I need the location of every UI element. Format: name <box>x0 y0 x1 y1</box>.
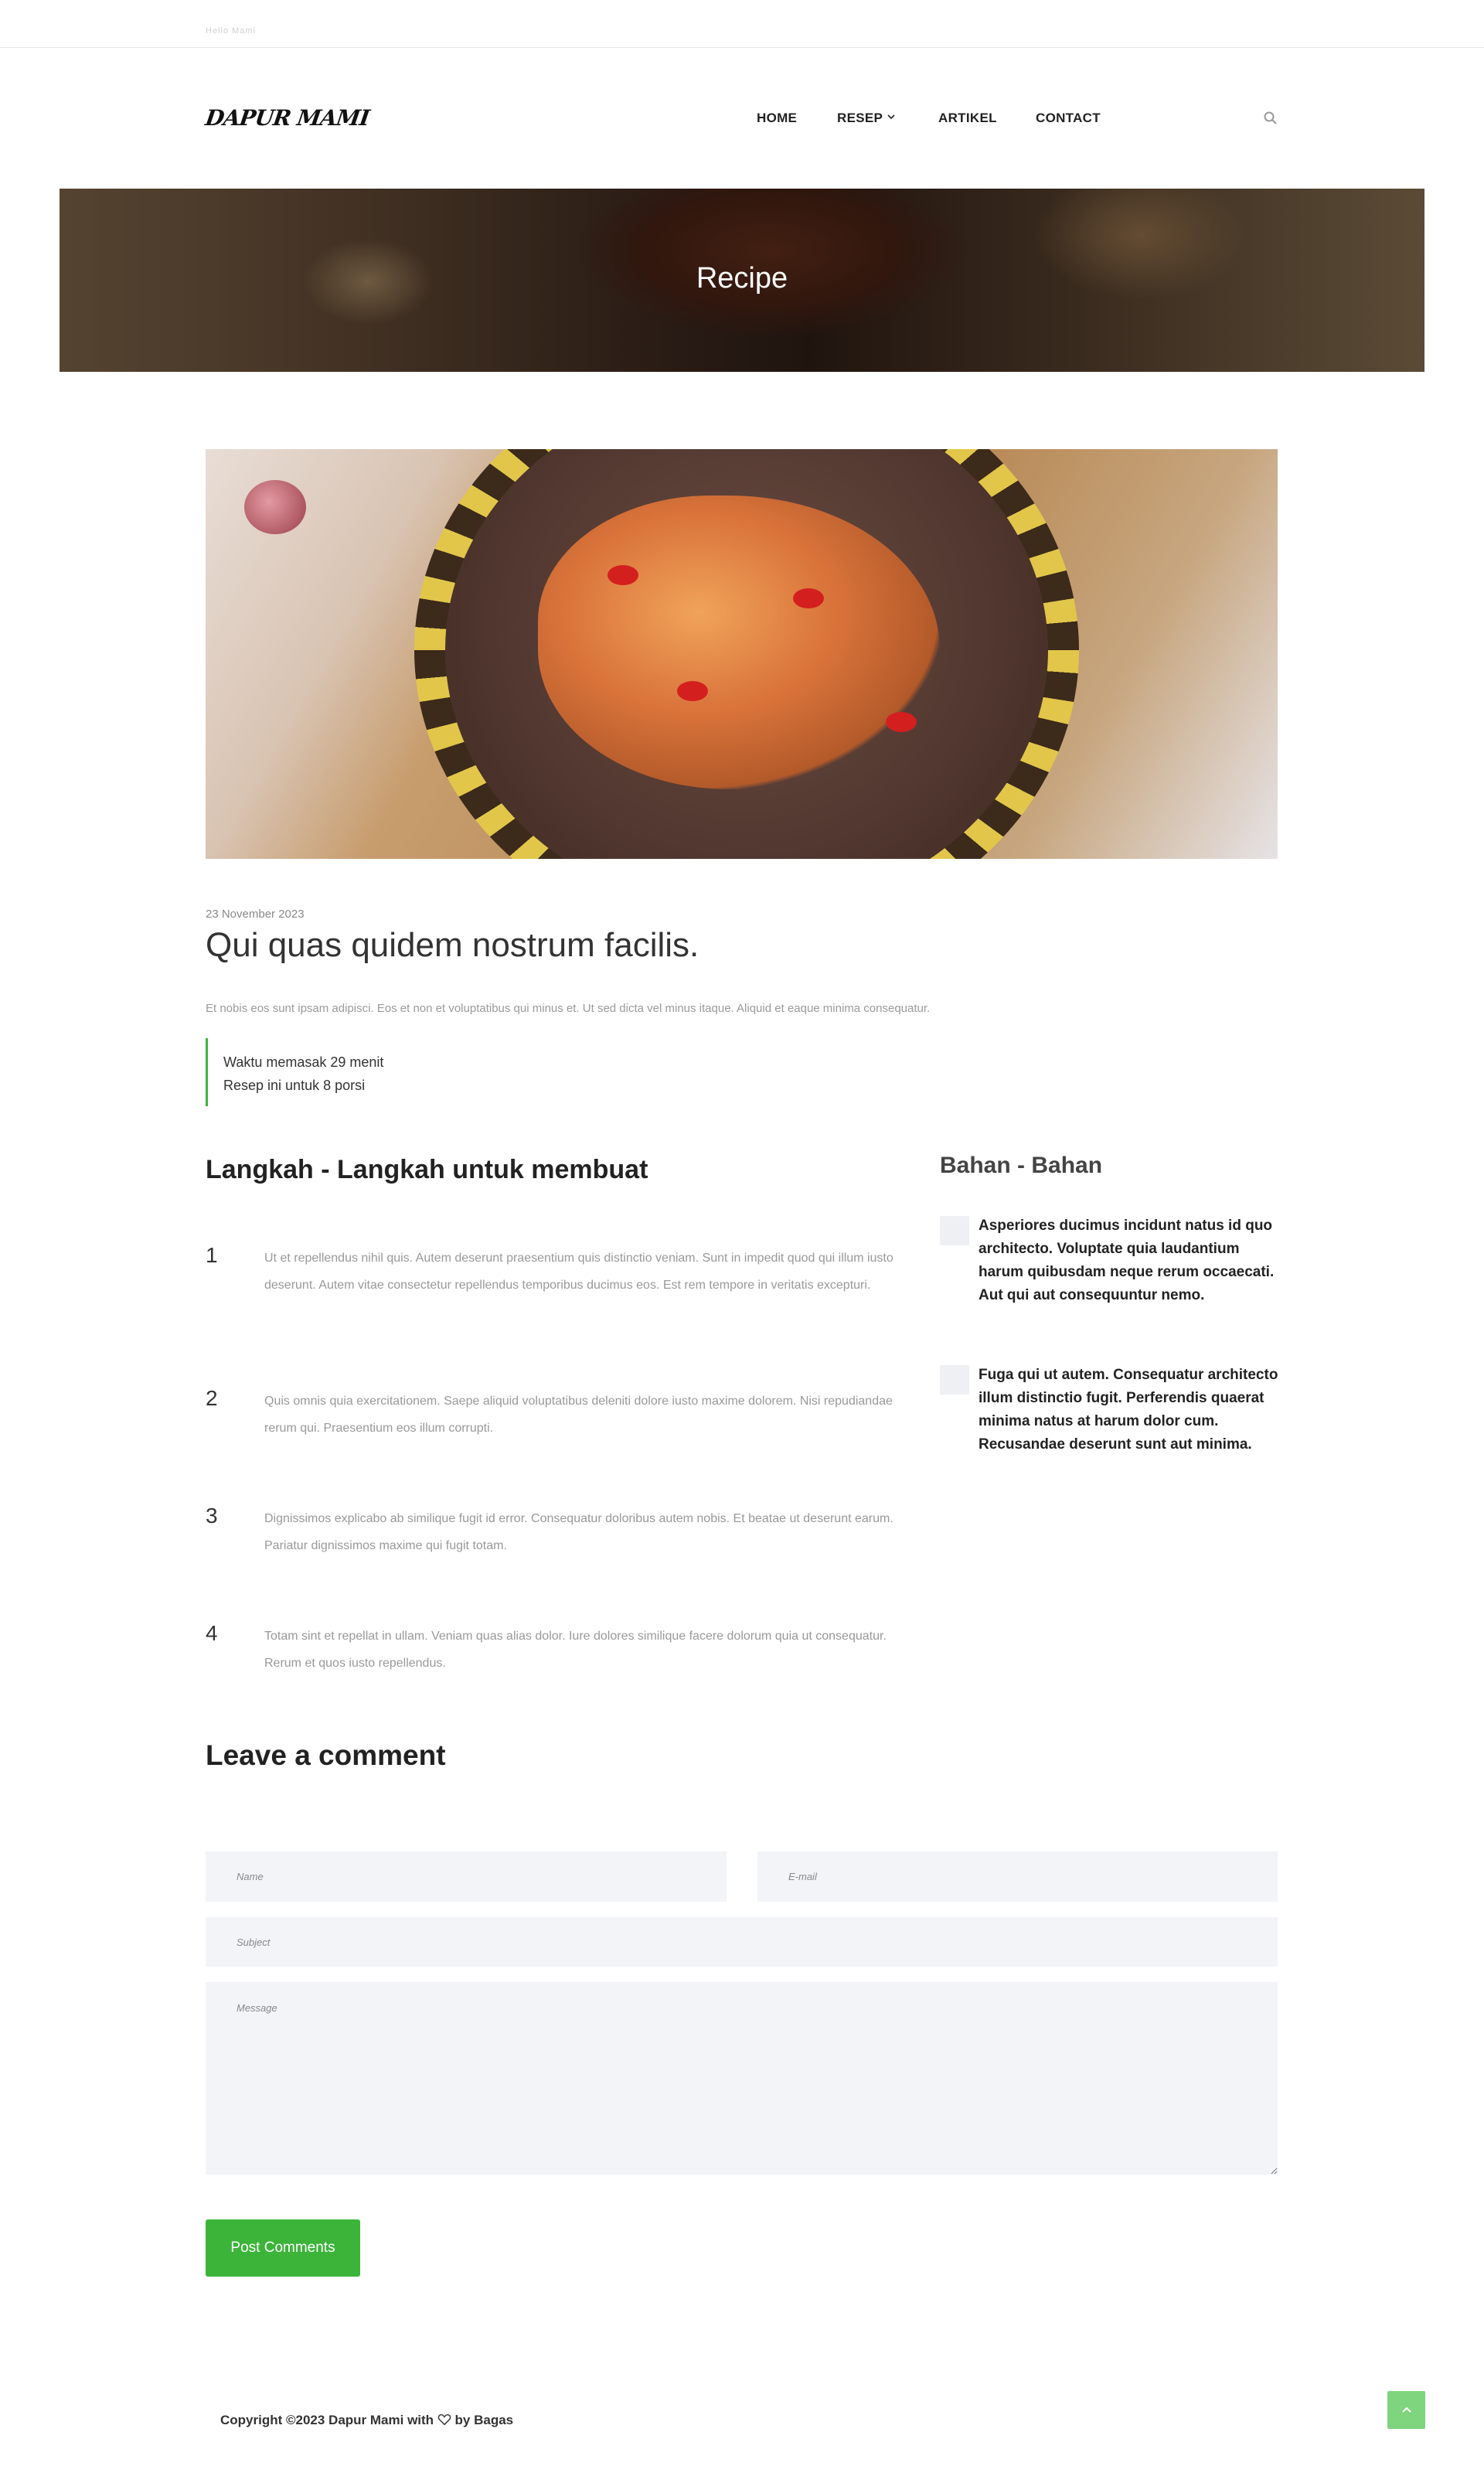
cook-time: Waktu memasak 29 menit <box>223 1054 384 1070</box>
ingredients-title: Bahan - Bahan <box>940 1153 1103 1178</box>
chili-slice <box>608 565 638 585</box>
nav-item-contact[interactable]: CONTACT <box>1036 111 1101 126</box>
step-text: Dignissimos explicabo ab similique fugit… <box>264 1512 893 1552</box>
post-date: 23 November 2023 <box>206 908 305 921</box>
name-field[interactable] <box>206 1851 727 1902</box>
footer-copyright: Copyright ©2023 Dapur Mami with by Bagas <box>220 2413 513 2428</box>
step-number: 1 <box>206 1243 218 1267</box>
message-field[interactable] <box>206 1982 1278 2175</box>
chevron-up-icon <box>1401 2407 1411 2413</box>
step-number: 3 <box>206 1504 218 1528</box>
recipe-image <box>206 449 1278 859</box>
post-title: Qui quas quidem nostrum facilis. <box>206 926 699 964</box>
search-icon[interactable] <box>1263 111 1278 126</box>
chili-slice <box>677 681 708 701</box>
heart-icon <box>437 2413 451 2426</box>
copyright-suffix: by Bagas <box>454 2413 514 2427</box>
ingredient-checkbox[interactable] <box>940 1365 969 1395</box>
copyright-prefix: Copyright ©2023 Dapur Mami with <box>220 2413 434 2427</box>
nav-item-artikel[interactable]: ARTIKEL <box>938 111 997 126</box>
ingredient-text: Fuga qui ut autem. Consequatur architect… <box>979 1367 1278 1453</box>
servings: Resep ini untuk 8 porsi <box>223 1078 366 1093</box>
step-text: Totam sint et repellat in ullam. Veniam … <box>264 1630 887 1670</box>
recipe-info-box: Waktu memasak 29 menit Resep ini untuk 8… <box>206 1038 383 1106</box>
shallot-decoration <box>244 480 306 534</box>
back-to-top-button[interactable] <box>1387 2391 1425 2429</box>
comment-title: Leave a comment <box>206 1739 446 1771</box>
steps-title: Langkah - Langkah untuk membuat <box>206 1155 648 1184</box>
top-bar-text: Hello Mami <box>206 26 257 36</box>
top-bar: Hello Mami <box>0 0 1484 48</box>
post-excerpt: Et nobis eos sunt ipsam adipisci. Eos et… <box>206 1002 931 1015</box>
chevron-down-icon <box>887 114 895 120</box>
ingredient-checkbox[interactable] <box>940 1216 969 1245</box>
nav-item-resep[interactable]: RESEP <box>837 111 895 126</box>
step-number: 2 <box>206 1386 218 1410</box>
main-nav: HOME RESEP ARTIKEL CONTACT <box>0 111 1484 128</box>
step-number: 4 <box>206 1621 218 1645</box>
nav-item-home[interactable]: HOME <box>757 111 797 126</box>
post-comments-button[interactable]: Post Comments <box>206 2219 360 2277</box>
email-field[interactable] <box>757 1851 1278 1902</box>
step-text: Ut et repellendus nihil quis. Autem dese… <box>264 1252 893 1292</box>
ingredient-text: Asperiores ducimus incidunt natus id quo… <box>979 1218 1275 1303</box>
step-text: Quis omnis quia exercitationem. Saepe al… <box>264 1395 893 1435</box>
nav-item-label: RESEP <box>837 111 883 125</box>
hero-title: Recipe <box>696 262 788 295</box>
chili-slice <box>793 588 824 608</box>
chili-slice <box>886 712 917 732</box>
hero-banner: Recipe <box>60 189 1424 372</box>
subject-field[interactable] <box>206 1917 1278 1967</box>
